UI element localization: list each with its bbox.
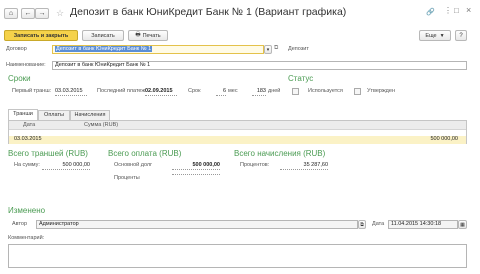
principal-value: 500 000,00 <box>172 161 220 170</box>
accrual-total-heading: Всего начисления (RUB) <box>234 149 326 158</box>
window-title: Депозит в банк ЮниКредит Банк № 1 (Вариа… <box>70 6 347 18</box>
comment-textarea[interactable] <box>8 244 467 268</box>
accrual-label: Процентов: <box>240 162 270 168</box>
forward-button[interactable]: → <box>35 8 49 19</box>
last-payment-label: Последний платеж: <box>97 88 147 94</box>
comment-label: Комментарий: <box>8 235 45 241</box>
interest-value <box>172 174 220 175</box>
contract-open-icon[interactable]: ⧉ <box>274 45 278 52</box>
open-icon: ⧉ <box>360 221 364 228</box>
approved-label: Утвержден <box>367 88 395 94</box>
arrow-left-icon: ← <box>24 10 32 17</box>
home-icon: ⌂ <box>8 10 14 17</box>
row-amount-cell: 500 000,00 <box>430 136 458 142</box>
maximize-icon[interactable]: □ <box>454 6 459 15</box>
author-field[interactable]: Администратор <box>36 220 358 229</box>
tranches-sum-label: На сумму: <box>14 162 40 168</box>
term-days-value: 183 <box>252 87 266 96</box>
link-icon[interactable]: 🔗 <box>426 8 435 16</box>
name-field[interactable]: Депозит в банк ЮниКредит Банк № 1 <box>52 61 467 70</box>
date-label: Дата <box>372 221 385 227</box>
tranches-sum-value: 500 000,00 <box>42 161 90 170</box>
print-button[interactable]: 🖶 Печать <box>128 30 168 41</box>
payments-total-heading: Всего оплата (RUB) <box>108 149 182 158</box>
contract-link[interactable]: Депозит <box>288 46 309 52</box>
term-months-value: 6 <box>216 87 226 96</box>
months-unit: мес <box>228 88 238 94</box>
contract-dropdown-button[interactable]: ▾ <box>264 45 272 54</box>
col-date-header: Дата <box>23 122 36 128</box>
favorite-star-icon[interactable]: ☆ <box>56 8 64 19</box>
row-date-cell: 03.03.2015 <box>14 136 42 142</box>
chevron-down-icon: ▼ <box>439 32 445 39</box>
changed-heading: Изменено <box>8 206 46 215</box>
help-button[interactable]: ? <box>455 30 467 41</box>
calendar-icon: ▦ <box>460 221 465 228</box>
chevron-down-icon: ▾ <box>266 46 270 53</box>
tab-payments[interactable]: Оплаты <box>38 110 70 120</box>
arrow-right-icon: → <box>38 10 46 17</box>
calendar-button[interactable]: ▦ <box>458 220 467 229</box>
first-tranche-label: Первый транш: <box>12 88 52 94</box>
more-button[interactable]: Еще ▼ <box>419 30 451 41</box>
more-dots-icon[interactable]: ⋮ <box>444 6 452 15</box>
used-checkbox[interactable] <box>292 88 299 95</box>
tab-tranches[interactable]: Транши <box>8 109 38 120</box>
table-header: Дата Сумма (RUB) <box>9 121 466 130</box>
used-label: Используется <box>308 88 343 94</box>
terms-heading: Сроки <box>8 74 31 83</box>
author-label: Автор <box>12 221 28 227</box>
close-icon[interactable]: × <box>466 5 471 15</box>
contract-label: Договор <box>6 46 27 52</box>
printer-icon: 🖶 <box>135 32 141 38</box>
home-button[interactable]: ⌂ <box>4 8 18 19</box>
days-unit: дней <box>268 88 281 94</box>
accrual-value: 35 287,60 <box>280 161 328 170</box>
tranches-table: Дата Сумма (RUB) 03.03.2015 500 000,00 <box>8 120 467 144</box>
name-label: Наименование: <box>6 62 46 68</box>
date-field[interactable]: 11.04.2015 14:30:18 <box>388 220 458 229</box>
principal-label: Основной долг <box>114 162 153 168</box>
tranches-total-heading: Всего траншей (RUB) <box>8 149 88 158</box>
first-tranche-value: 03.03.2015 <box>55 87 87 96</box>
last-payment-value: 02.09.2015 <box>145 87 177 96</box>
interest-label: Проценты <box>114 175 140 181</box>
approved-checkbox[interactable] <box>354 88 361 95</box>
col-amount-header: Сумма (RUB) <box>84 122 119 128</box>
back-button[interactable]: ← <box>21 8 35 19</box>
status-heading: Статус <box>288 74 314 83</box>
save-and-close-button[interactable]: Записать и закрыть <box>4 30 78 41</box>
save-button[interactable]: Записать <box>82 30 124 41</box>
term-label: Срок <box>188 88 201 94</box>
tab-accruals[interactable]: Начисления <box>70 110 110 120</box>
contract-field[interactable]: Депозит в банк ЮниКредит Банк № 1 <box>52 45 264 54</box>
table-row[interactable]: 03.03.2015 500 000,00 <box>9 136 466 144</box>
author-open-button[interactable]: ⧉ <box>358 220 366 229</box>
